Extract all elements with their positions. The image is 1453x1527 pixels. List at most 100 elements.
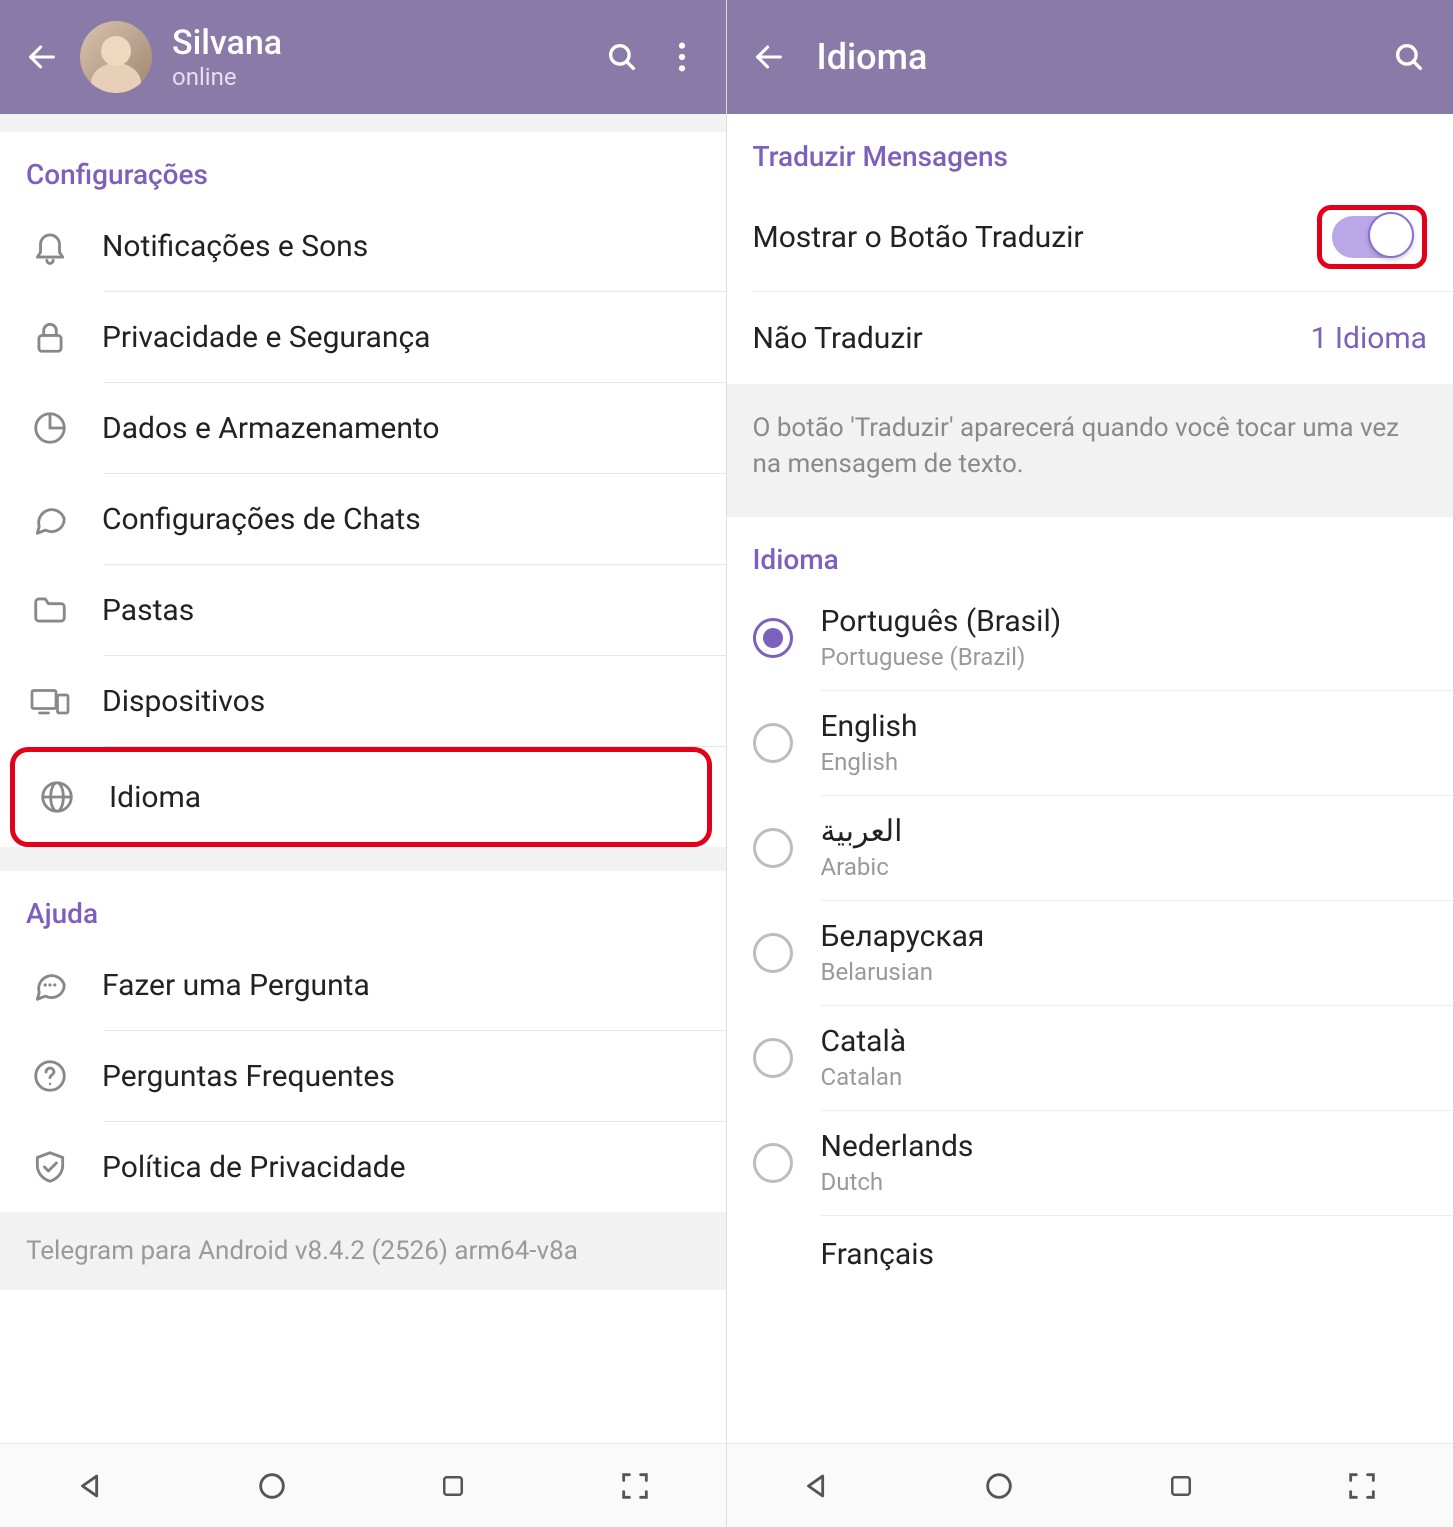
language-secondary: Arabic [821, 853, 903, 881]
language-option-en[interactable]: English English [727, 691, 1453, 795]
language-option-fr[interactable]: Français [727, 1216, 1453, 1276]
arrow-left-icon [752, 40, 786, 74]
language-secondary: Catalan [821, 1063, 907, 1091]
more-vertical-icon [677, 40, 687, 74]
toggle-row-translate[interactable]: Mostrar o Botão Traduzir [727, 183, 1453, 291]
section-header-language: Idioma [727, 517, 1453, 586]
page-title: Idioma [817, 36, 1370, 78]
nav-screenshot[interactable] [612, 1463, 658, 1509]
back-button[interactable] [751, 39, 787, 75]
nav-home[interactable] [976, 1463, 1022, 1509]
nav-home[interactable] [249, 1463, 295, 1509]
back-button[interactable] [24, 39, 60, 75]
language-option-nl[interactable]: Nederlands Dutch [727, 1111, 1453, 1215]
question-circle-icon [26, 1052, 74, 1100]
settings-item-label: Notificações e Sons [102, 229, 368, 264]
settings-item-label: Idioma [109, 780, 201, 815]
more-button[interactable] [662, 37, 702, 77]
help-item-privacy-policy[interactable]: Política de Privacidade [0, 1122, 726, 1212]
folder-icon [26, 586, 74, 634]
bell-icon [26, 222, 74, 270]
radio-icon [753, 723, 793, 763]
section-header-config: Configurações [0, 132, 726, 201]
translate-note: O botão 'Traduzir' aparecerá quando você… [727, 384, 1453, 517]
fullscreen-icon [1345, 1469, 1379, 1503]
content: Traduzir Mensagens Mostrar o Botão Tradu… [727, 114, 1453, 1443]
language-texts: Беларуская Belarusian [821, 919, 985, 986]
title-block: Silvana online [172, 23, 582, 91]
language-screen: Idioma Traduzir Mensagens Mostrar o Botã… [727, 0, 1453, 1527]
search-icon [605, 40, 639, 74]
version-text: Telegram para Android v8.4.2 (2526) arm6… [0, 1212, 726, 1290]
help-item-label: Perguntas Frequentes [102, 1059, 395, 1094]
system-navbar [727, 1443, 1453, 1527]
radio-icon [753, 1143, 793, 1183]
language-texts: Français [821, 1237, 934, 1272]
no-translate-value: 1 Idioma [1311, 321, 1427, 356]
help-item-label: Fazer uma Pergunta [102, 968, 370, 1003]
content: Configurações Notificações e Sons Privac… [0, 114, 726, 1443]
nav-recent[interactable] [430, 1463, 476, 1509]
nav-back[interactable] [794, 1463, 840, 1509]
translate-toggle[interactable] [1332, 216, 1412, 258]
settings-item-privacy[interactable]: Privacidade e Segurança [0, 292, 726, 382]
nav-recent[interactable] [1158, 1463, 1204, 1509]
language-texts: English English [821, 709, 918, 776]
highlight-toggle [1317, 205, 1427, 269]
lock-icon [26, 313, 74, 361]
language-option-ca[interactable]: Català Catalan [727, 1006, 1453, 1110]
toggle-knob [1368, 212, 1414, 258]
radio-icon [753, 1038, 793, 1078]
language-primary: Português (Brasil) [821, 604, 1062, 639]
help-item-faq[interactable]: Perguntas Frequentes [0, 1031, 726, 1121]
title-block: Idioma [807, 36, 1370, 78]
language-primary: Català [821, 1024, 907, 1059]
help-item-label: Política de Privacidade [102, 1150, 406, 1185]
triangle-left-icon [800, 1469, 834, 1503]
search-icon [1392, 40, 1426, 74]
language-primary: Nederlands [821, 1129, 974, 1164]
globe-icon [33, 773, 81, 821]
language-texts: Català Catalan [821, 1024, 907, 1091]
nav-back[interactable] [68, 1463, 114, 1509]
settings-item-label: Pastas [102, 593, 194, 628]
avatar[interactable] [80, 21, 152, 93]
square-icon [438, 1471, 468, 1501]
section-header-translate: Traduzir Mensagens [727, 114, 1453, 183]
chat-dots-icon [26, 961, 74, 1009]
fullscreen-icon [618, 1469, 652, 1503]
help-item-ask[interactable]: Fazer uma Pergunta [0, 940, 726, 1030]
language-primary: العربية [821, 814, 903, 849]
settings-item-devices[interactable]: Dispositivos [0, 656, 726, 746]
system-navbar [0, 1443, 726, 1527]
settings-item-label: Dados e Armazenamento [102, 411, 440, 446]
language-primary: English [821, 709, 918, 744]
appbar: Silvana online [0, 0, 726, 114]
chat-bubble-icon [26, 495, 74, 543]
settings-item-notifications[interactable]: Notificações e Sons [0, 201, 726, 291]
triangle-left-icon [74, 1469, 108, 1503]
settings-screen: Silvana online Configurações Notificaçõe… [0, 0, 727, 1527]
language-option-pt-br[interactable]: Português (Brasil) Portuguese (Brazil) [727, 586, 1453, 690]
section-gap [0, 847, 726, 871]
section-header-help: Ajuda [0, 871, 726, 940]
circle-icon [255, 1469, 289, 1503]
nav-screenshot[interactable] [1339, 1463, 1385, 1509]
search-button[interactable] [1389, 37, 1429, 77]
settings-item-data[interactable]: Dados e Armazenamento [0, 383, 726, 473]
settings-item-chats[interactable]: Configurações de Chats [0, 474, 726, 564]
language-option-be[interactable]: Беларуская Belarusian [727, 901, 1453, 1005]
radio-icon [753, 933, 793, 973]
radio-icon [753, 828, 793, 868]
highlight-language: Idioma [10, 747, 712, 847]
settings-item-label: Privacidade e Segurança [102, 320, 430, 355]
settings-item-folders[interactable]: Pastas [0, 565, 726, 655]
search-button[interactable] [602, 37, 642, 77]
language-option-ar[interactable]: العربية Arabic [727, 796, 1453, 900]
devices-icon [26, 677, 74, 725]
settings-item-language[interactable]: Idioma [15, 752, 707, 842]
section-gap [0, 114, 726, 132]
row-no-translate[interactable]: Não Traduzir 1 Idioma [727, 292, 1453, 384]
language-primary: Français [821, 1237, 934, 1272]
language-texts: Nederlands Dutch [821, 1129, 974, 1196]
